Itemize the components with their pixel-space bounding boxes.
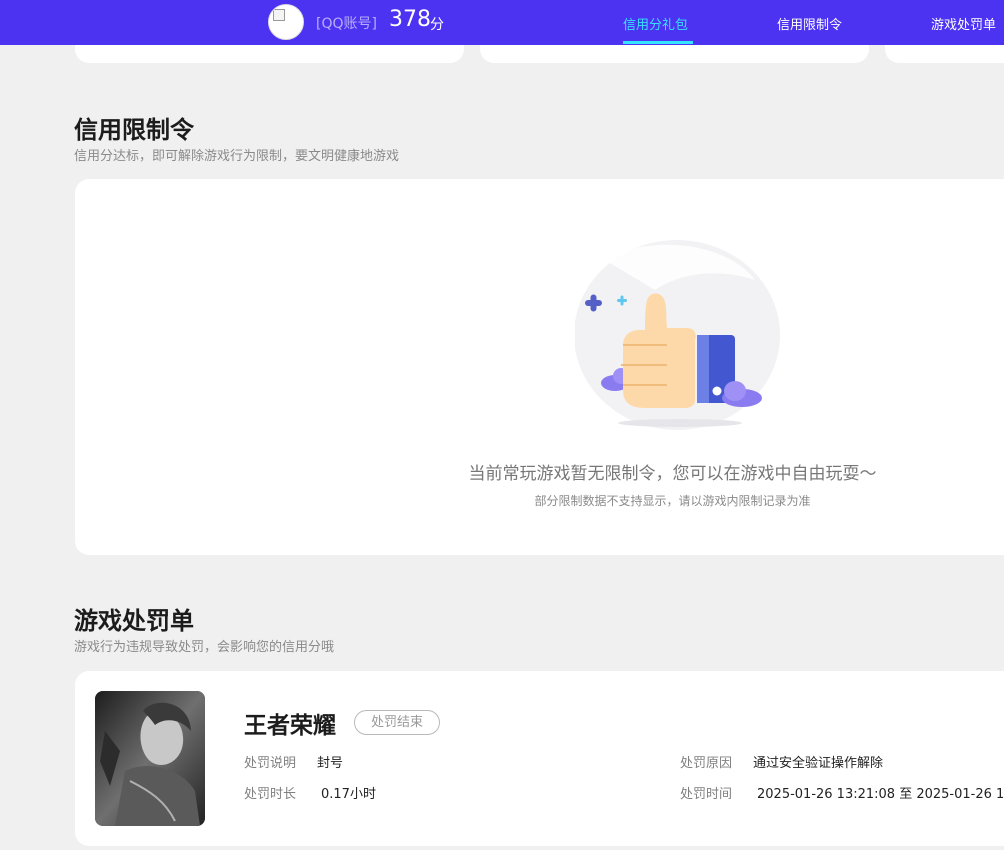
avatar[interactable] — [268, 4, 304, 40]
status-badge: 处罚结束 — [354, 710, 440, 735]
broken-image-icon — [273, 9, 285, 21]
penalty-reason-value: 通过安全验证操作解除 — [753, 756, 884, 771]
credit-score: 378 — [389, 7, 431, 32]
empty-state-note: 部分限制数据不支持显示，请以游戏内限制记录为准 — [534, 494, 811, 508]
penalty-section-title: 游戏处罚单 — [74, 607, 194, 635]
penalty-desc-value: 封号 — [317, 756, 344, 771]
penalty-desc-label: 处罚说明 — [244, 756, 297, 771]
penalty-section-subtitle: 游戏行为违规导致处罚，会影响您的信用分哦 — [74, 640, 335, 655]
thumbs-up-icon — [575, 240, 780, 430]
active-tab-indicator — [623, 41, 693, 44]
game-cover-image — [95, 691, 205, 826]
restriction-section-title: 信用限制令 — [74, 116, 194, 144]
penalty-reason-label: 处罚原因 — [680, 756, 733, 771]
empty-state-message: 当前常玩游戏暂无限制令，您可以在游戏中自由玩耍～ — [468, 464, 877, 484]
penalty-duration-value: 0.17小时 — [321, 787, 376, 802]
game-name: 王者荣耀 — [244, 713, 336, 739]
tab-game-penalty[interactable]: 游戏处罚单 — [931, 14, 996, 33]
penalty-time-label: 处罚时间 — [680, 787, 733, 802]
penalty-duration-label: 处罚时长 — [244, 787, 297, 802]
account-label: [QQ账号] — [316, 16, 377, 32]
tab-credit-gift[interactable]: 信用分礼包 — [623, 14, 688, 33]
penalty-time-value: 2025-01-26 13:21:08 至 2025-01-26 13 — [757, 787, 1004, 802]
restriction-section-subtitle: 信用分达标，即可解除游戏行为限制，要文明健康地游戏 — [74, 149, 400, 164]
credit-score-unit: 分 — [430, 17, 444, 33]
tab-credit-restriction[interactable]: 信用限制令 — [777, 14, 842, 33]
top-bar: [QQ账号] 378 分 信用分礼包 信用限制令 游戏处罚单 — [0, 0, 1004, 45]
